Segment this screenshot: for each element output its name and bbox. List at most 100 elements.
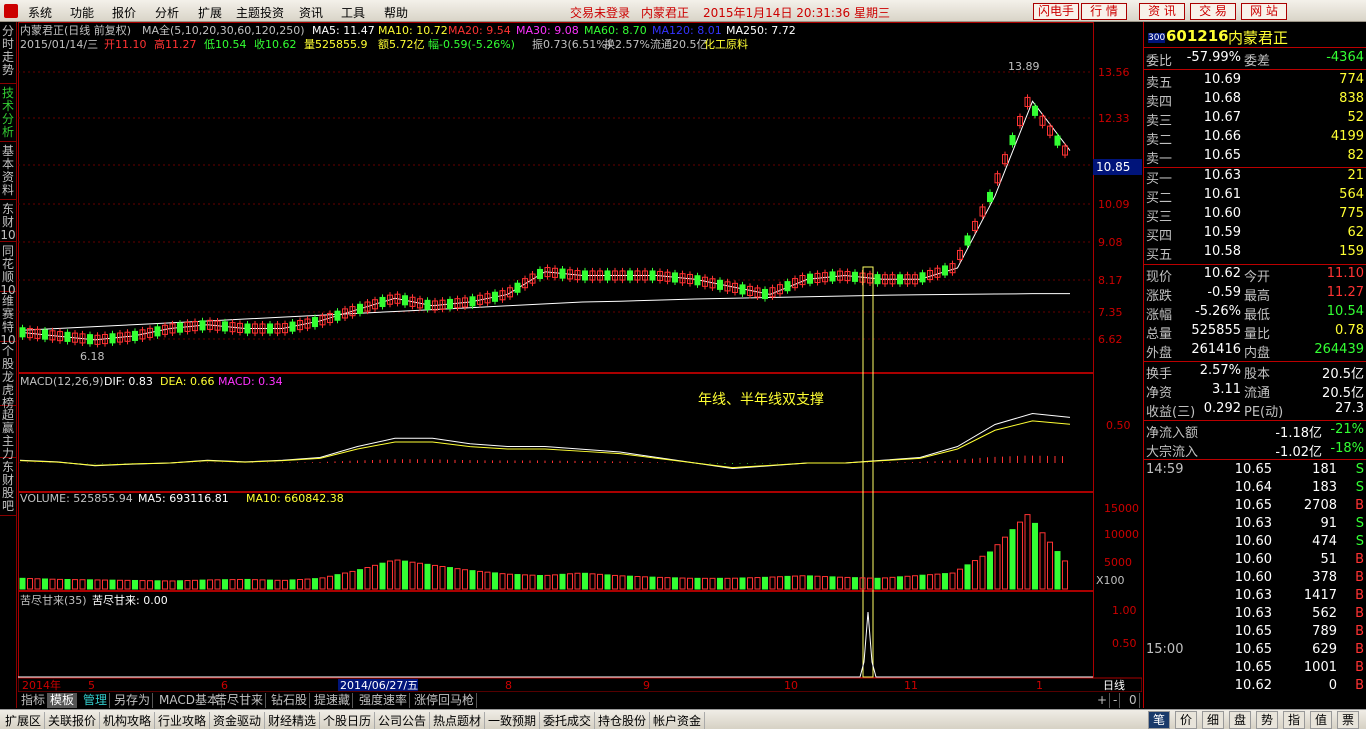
candle: [987, 191, 993, 203]
top-button-3[interactable]: 交 易: [1190, 3, 1236, 20]
stat-row-2-value2: 10.54: [1326, 304, 1364, 319]
link-4[interactable]: 资金驱动: [210, 712, 266, 729]
buys-row-2[interactable]: 买三 10.60 775: [1144, 206, 1366, 225]
chart-area[interactable]: 内蒙君正(日线 前复权) MA全(5,10,20,30,60,120,250) MA…: [17, 22, 1143, 693]
sells-row-1[interactable]: 卖四 10.68 838: [1144, 91, 1366, 110]
volume-bar: [514, 574, 521, 590]
link-11[interactable]: 持仓股份: [595, 712, 651, 729]
stat-row-3-label2: 量比: [1244, 327, 1271, 342]
right-tab-6[interactable]: 值: [1310, 711, 1332, 729]
top-button-0[interactable]: 闪电手: [1033, 3, 1079, 20]
zoom-control-1[interactable]: -: [1111, 693, 1121, 708]
menu-item-0[interactable]: 系统: [28, 4, 52, 21]
link-12[interactable]: 帐户资金: [650, 712, 706, 729]
volume-bar: [544, 574, 551, 590]
kline-chart-svg[interactable]: 内蒙君正(日线 前复权) MA全(5,10,20,30,60,120,250) MA…: [17, 22, 1143, 693]
top-button-2[interactable]: 资 讯: [1139, 3, 1185, 20]
volume-bar: [94, 579, 101, 590]
left-tab-8[interactable]: 东财股吧: [0, 458, 16, 516]
volume-bar: [852, 577, 858, 590]
volume-axis-label-2: 5000: [1104, 556, 1132, 569]
menu-item-5[interactable]: 主题投资: [236, 4, 284, 21]
fund-row-0-label: 换手: [1146, 367, 1173, 382]
menu-item-8[interactable]: 帮助: [384, 4, 408, 21]
right-tab-3[interactable]: 盘: [1229, 711, 1251, 729]
volume-bar: [214, 579, 221, 590]
left-tab-1[interactable]: 技术分析: [0, 84, 16, 142]
volume-bar: [889, 576, 896, 590]
menu-item-2[interactable]: 报价: [112, 4, 136, 21]
tick-row-12: 10.62 0 B: [1144, 678, 1366, 696]
link-9[interactable]: 一致预期: [485, 712, 541, 729]
menu-item-6[interactable]: 资讯: [299, 4, 323, 21]
left-tab-6[interactable]: 个股龙虎榜: [0, 342, 16, 410]
volume-bar: [649, 576, 656, 590]
volume-bar: [409, 561, 416, 590]
zoom-control-2[interactable]: 0: [1127, 693, 1140, 708]
indicator-tab-0[interactable]: 指标: [19, 693, 49, 708]
top-button-4[interactable]: 网 站: [1241, 3, 1287, 20]
volume-bar: [319, 577, 326, 590]
right-tab-1[interactable]: 价: [1175, 711, 1197, 729]
indicator-tab-2[interactable]: 管理: [81, 693, 111, 708]
volume-bar: [822, 576, 828, 590]
menu-item-3[interactable]: 分析: [155, 4, 179, 21]
right-tab-7[interactable]: 票: [1337, 711, 1359, 729]
left-tab-5[interactable]: 维赛特10: [0, 292, 16, 347]
link-1[interactable]: 关联报价: [45, 712, 101, 729]
link-10[interactable]: 委托成交: [540, 712, 596, 729]
menu-item-7[interactable]: 工具: [341, 4, 365, 21]
right-tab-4[interactable]: 势: [1256, 711, 1278, 729]
link-3[interactable]: 行业攻略: [155, 712, 211, 729]
volume-bar: [792, 575, 798, 590]
chart-annotation: 年线、半年线双支撑: [698, 392, 824, 408]
left-tab-4[interactable]: 同花顺10: [0, 242, 16, 297]
left-tab-3[interactable]: 东财10: [0, 200, 16, 242]
left-tab-0[interactable]: 分时走势: [0, 22, 16, 84]
indicator-tab-9[interactable]: 涨停回马枪: [412, 693, 478, 708]
left-tab-7[interactable]: 超赢主力: [0, 406, 16, 461]
menu-item-4[interactable]: 扩展: [198, 4, 222, 21]
tick-row-1: 10.64 183 S: [1144, 480, 1366, 498]
right-tab-5[interactable]: 指: [1283, 711, 1305, 729]
link-0[interactable]: 扩展区: [2, 712, 46, 729]
volume-bar: [357, 569, 363, 590]
tick-row-8: 10.63 562 B: [1144, 606, 1366, 624]
indicator-tab-3[interactable]: 另存为: [112, 693, 154, 708]
tick-price: 10.65: [1234, 624, 1272, 639]
quote-header: 300 601216 内蒙君正: [1144, 25, 1366, 47]
volume-bar: [477, 570, 483, 590]
buys-row-0[interactable]: 买一 10.63 21: [1144, 168, 1366, 187]
stat-row-1: 涨跌 -0.59 最高 11.27: [1144, 285, 1366, 304]
volume-bar: [162, 580, 168, 590]
left-tab-2[interactable]: 基本资料: [0, 142, 16, 200]
indicator-tab-5[interactable]: 苦尽甘来: [213, 693, 267, 708]
sells-row-4[interactable]: 卖一 10.65 82: [1144, 148, 1366, 167]
link-8[interactable]: 热点题材: [430, 712, 486, 729]
sells-row-2[interactable]: 卖三 10.67 52: [1144, 110, 1366, 129]
sells-row-3[interactable]: 卖二 10.66 4199: [1144, 129, 1366, 148]
buys-row-1[interactable]: 买二 10.61 564: [1144, 187, 1366, 206]
indicator-tab-7[interactable]: 提速藏: [312, 693, 354, 708]
sells-row-0[interactable]: 卖五 10.69 774: [1144, 72, 1366, 91]
volume-bar: [972, 560, 978, 590]
candle: [289, 321, 296, 332]
candle: [109, 333, 116, 344]
indicator-tab-1[interactable]: 模板: [48, 693, 78, 708]
indicator-tab-8[interactable]: 强度速率: [357, 693, 411, 708]
volume-bar: [634, 575, 641, 590]
link-2[interactable]: 机构攻略: [100, 712, 156, 729]
buys-row-3[interactable]: 买四 10.59 62: [1144, 225, 1366, 244]
buys-row-4[interactable]: 买五 10.58 159: [1144, 244, 1366, 263]
menu-item-1[interactable]: 功能: [70, 4, 94, 21]
date-axis-label-6: 10: [784, 679, 798, 692]
zoom-control-0[interactable]: +: [1095, 693, 1111, 708]
link-5[interactable]: 财经精选: [265, 712, 321, 729]
tick-side: B: [1355, 570, 1364, 585]
right-tab-2[interactable]: 细: [1202, 711, 1224, 729]
indicator-tab-6[interactable]: 钻石股: [269, 693, 311, 708]
right-tab-0[interactable]: 笔: [1148, 711, 1170, 729]
top-button-1[interactable]: 行 情: [1081, 3, 1127, 20]
link-6[interactable]: 个股日历: [320, 712, 376, 729]
link-7[interactable]: 公司公告: [375, 712, 431, 729]
